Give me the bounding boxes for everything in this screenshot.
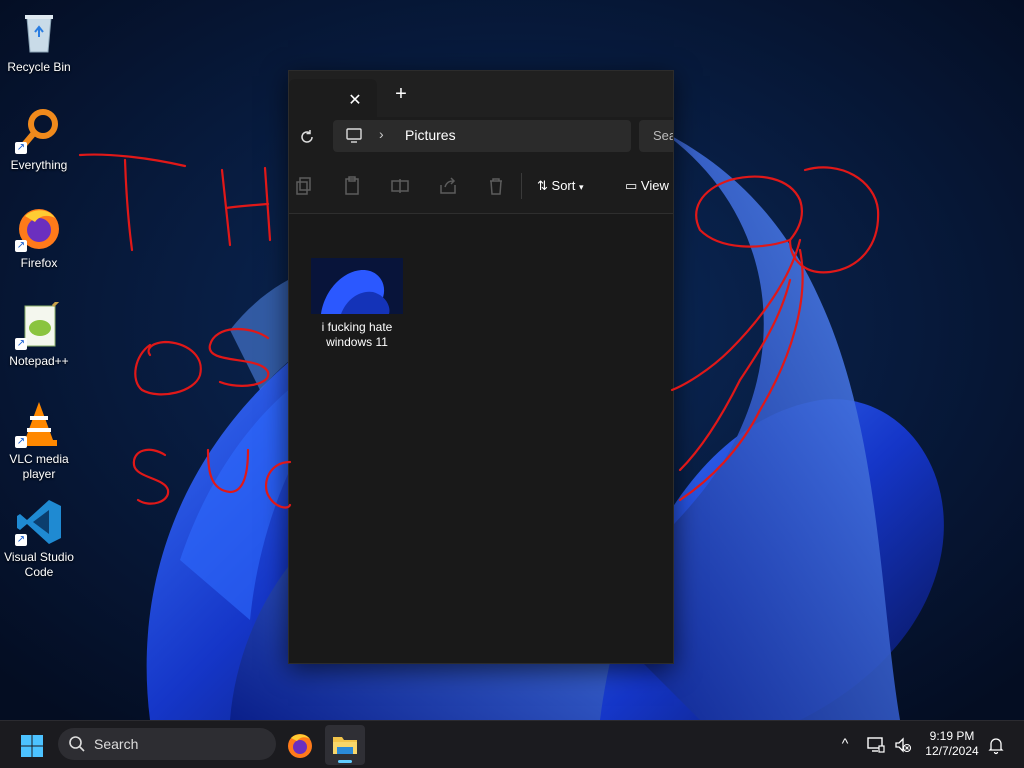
paste-icon[interactable] [341, 175, 363, 197]
desktop-icon-label: VLC media player [9, 452, 69, 481]
sort-button[interactable]: ⇅ Sort ▾ [537, 175, 584, 197]
chevron-up-icon[interactable]: ^ [835, 735, 855, 755]
desktop-icon-vscode[interactable]: ↗ Visual Studio Code [0, 498, 78, 580]
file-list[interactable]: i fucking hate windows 11 [289, 214, 673, 663]
vscode-icon: ↗ [15, 498, 63, 546]
copy-icon[interactable] [293, 175, 315, 197]
desktop-icon-everything[interactable]: ↗ Everything [0, 106, 78, 173]
everything-search-icon: ↗ [15, 106, 63, 154]
this-pc-icon[interactable] [345, 127, 363, 145]
system-clock[interactable]: 9:19 PM 12/7/2024 [918, 729, 986, 759]
search-input[interactable]: Sea [639, 120, 674, 152]
start-button[interactable] [20, 734, 44, 758]
notification-bell-icon[interactable] [986, 735, 1006, 755]
notepad-plus-plus-icon: ↗ [15, 296, 63, 350]
file-name: i fucking hate windows 11 [321, 320, 393, 349]
view-icon: ▭ [625, 178, 638, 193]
desktop-icon-label: Visual Studio Code [4, 550, 74, 579]
image-thumbnail [311, 258, 403, 314]
close-tab-icon[interactable]: ✕ [345, 91, 365, 111]
view-label: View [640, 178, 669, 193]
share-icon[interactable] [437, 175, 459, 197]
desktop-icon-notepadpp[interactable]: ↗ Notepad++ [0, 296, 78, 369]
sort-label: Sort [551, 178, 576, 193]
clock-date: 12/7/2024 [925, 744, 979, 758]
rename-icon[interactable] [389, 175, 411, 197]
taskbar-search[interactable]: Search [58, 728, 276, 760]
firefox-icon [288, 734, 312, 758]
shortcut-arrow-icon: ↗ [15, 142, 27, 154]
shortcut-arrow-icon: ↗ [15, 534, 27, 546]
active-indicator [338, 760, 352, 763]
search-icon [69, 736, 85, 752]
desktop-icon-vlc[interactable]: ↗ VLC media player [0, 400, 78, 482]
sort-icon: ⇅ [537, 178, 548, 193]
search-label: Search [94, 736, 139, 752]
command-bar: ⇅ Sort ▾ ▭ View [289, 159, 673, 214]
view-button[interactable]: ▭ View [625, 175, 669, 197]
shortcut-arrow-icon: ↗ [15, 240, 27, 252]
network-icon[interactable] [866, 735, 886, 755]
firefox-icon: ↗ [15, 204, 63, 252]
explorer-tab[interactable]: ✕ [289, 79, 377, 117]
address-toolbar: › Pictures Sea [289, 117, 673, 159]
refresh-icon[interactable] [295, 125, 319, 149]
taskbar-file-explorer[interactable] [325, 725, 365, 765]
volume-muted-icon[interactable] [893, 735, 913, 755]
command-separator [521, 173, 522, 199]
desktop-icon-label: Everything [10, 158, 68, 172]
folder-icon [333, 737, 357, 754]
desktop-icon-label: Recycle Bin [7, 60, 71, 74]
desktop-icon-label: Notepad++ [9, 354, 69, 368]
taskbar: Search ^ 9:19 PM 12/7/2024 [0, 720, 1024, 768]
desktop-icon-firefox[interactable]: ↗ Firefox [0, 204, 78, 271]
search-placeholder: Sea [653, 128, 674, 143]
breadcrumb-pictures[interactable]: Pictures [405, 127, 456, 143]
breadcrumb-chevron-icon[interactable]: › [379, 126, 384, 142]
taskbar-firefox[interactable] [280, 725, 320, 765]
delete-icon[interactable] [485, 175, 507, 197]
desktop-icon-recycle-bin[interactable]: Recycle Bin [0, 8, 78, 75]
clock-time: 9:19 PM [929, 729, 975, 743]
vlc-icon: ↗ [15, 400, 63, 448]
address-bar[interactable]: › Pictures [333, 120, 631, 152]
new-tab-button[interactable]: + [389, 83, 413, 107]
shortcut-arrow-icon: ↗ [15, 436, 27, 448]
windows-logo-icon [21, 735, 43, 757]
chevron-down-icon: ▾ [579, 182, 584, 192]
explorer-titlebar[interactable]: ✕ + [289, 71, 673, 117]
shortcut-arrow-icon: ↗ [15, 338, 27, 350]
desktop-icon-label: Firefox [20, 256, 58, 270]
file-explorer-window[interactable]: ✕ + › Pictures Sea ⇅ Sort ▾ ▭ View i fuc… [288, 70, 674, 664]
file-item[interactable]: i fucking hate windows 11 [309, 258, 405, 350]
recycle-bin-icon [15, 8, 63, 56]
